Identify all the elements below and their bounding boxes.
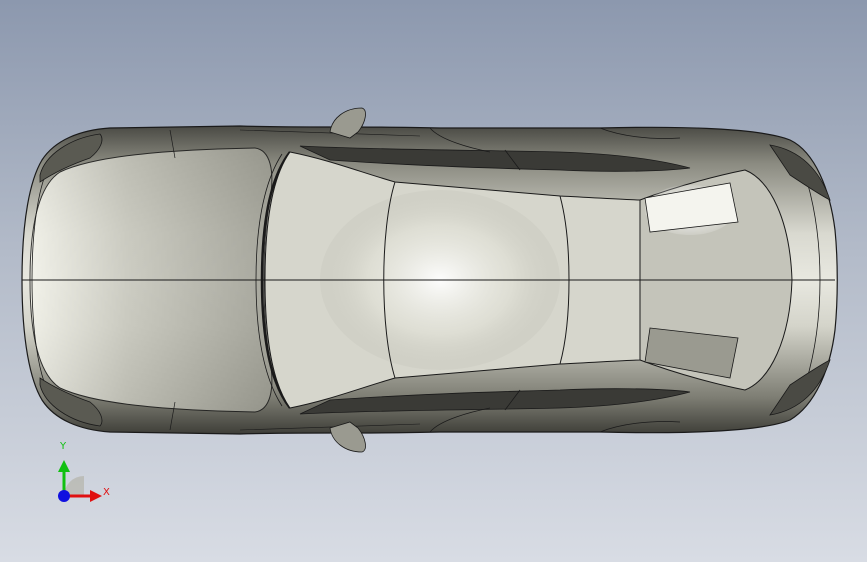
car-model[interactable] bbox=[0, 0, 867, 562]
graphics-viewport[interactable]: Y X bbox=[0, 0, 867, 562]
orientation-triad[interactable]: Y X bbox=[40, 438, 120, 510]
triad-axes bbox=[58, 460, 102, 502]
triad-y-label: Y bbox=[60, 441, 67, 452]
triad-x-label: X bbox=[103, 487, 110, 498]
